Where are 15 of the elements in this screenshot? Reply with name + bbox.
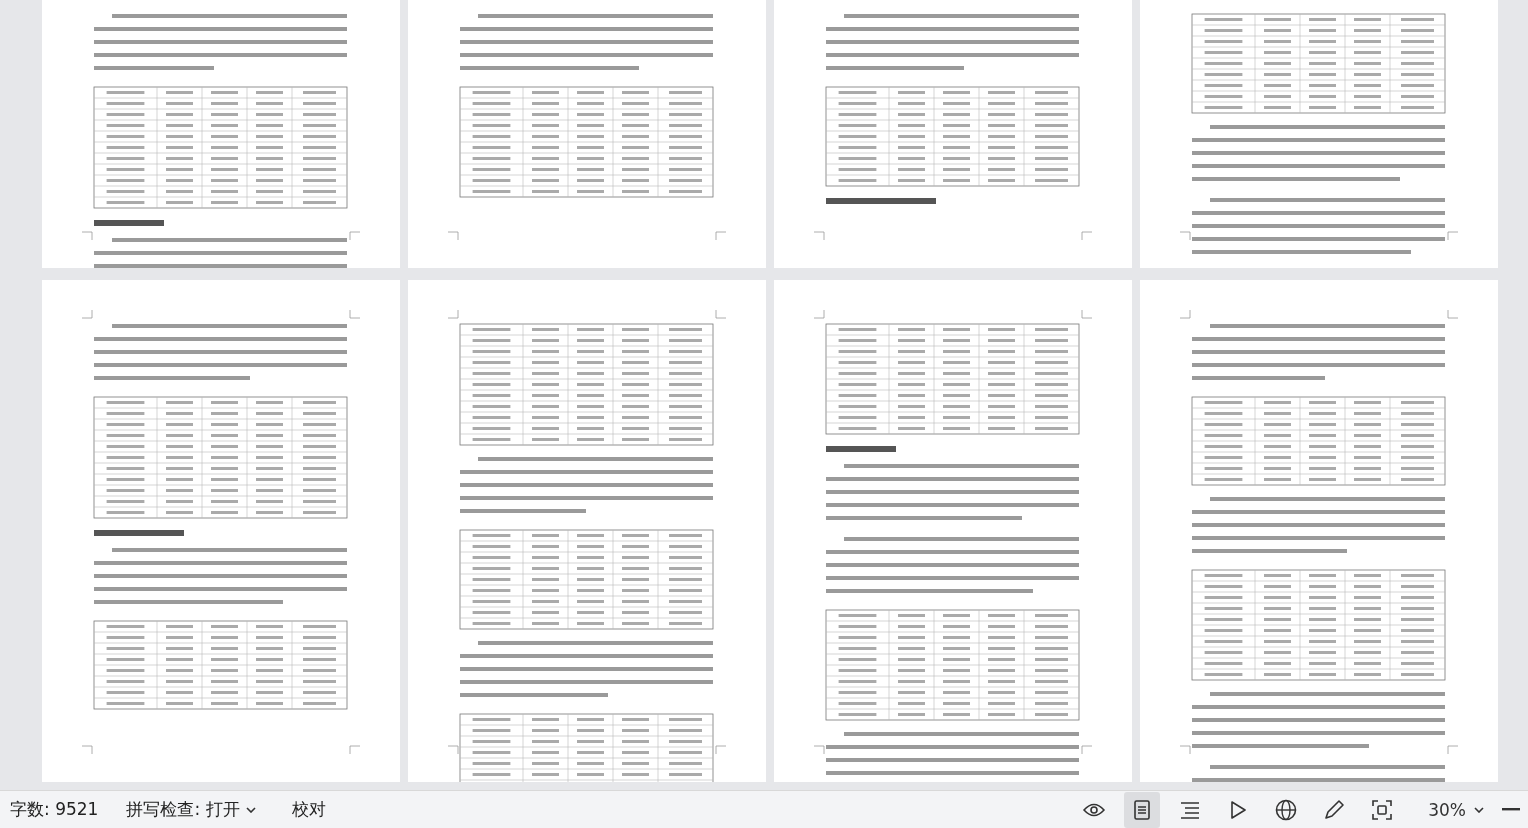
eye-icon: [1083, 802, 1106, 817]
view-button[interactable]: [1124, 791, 1161, 828]
outline-icon: [1180, 800, 1201, 819]
proofread-button[interactable]: 校对: [285, 794, 332, 825]
play-icon: [1230, 799, 1247, 820]
word-count: 字数: 9521: [10, 798, 99, 821]
globe-icon: [1275, 798, 1298, 821]
fit-screen-icon: [1372, 799, 1393, 820]
caret-icon: [245, 806, 256, 813]
document-icon: [1134, 799, 1151, 820]
zoom-level-button[interactable]: 30%: [1420, 795, 1474, 824]
caret-icon: [1474, 806, 1484, 813]
pen-icon: [1323, 798, 1346, 821]
minus-icon: [1502, 808, 1520, 811]
spell-check-button[interactable]: 拼写检查: 打开: [120, 794, 262, 825]
